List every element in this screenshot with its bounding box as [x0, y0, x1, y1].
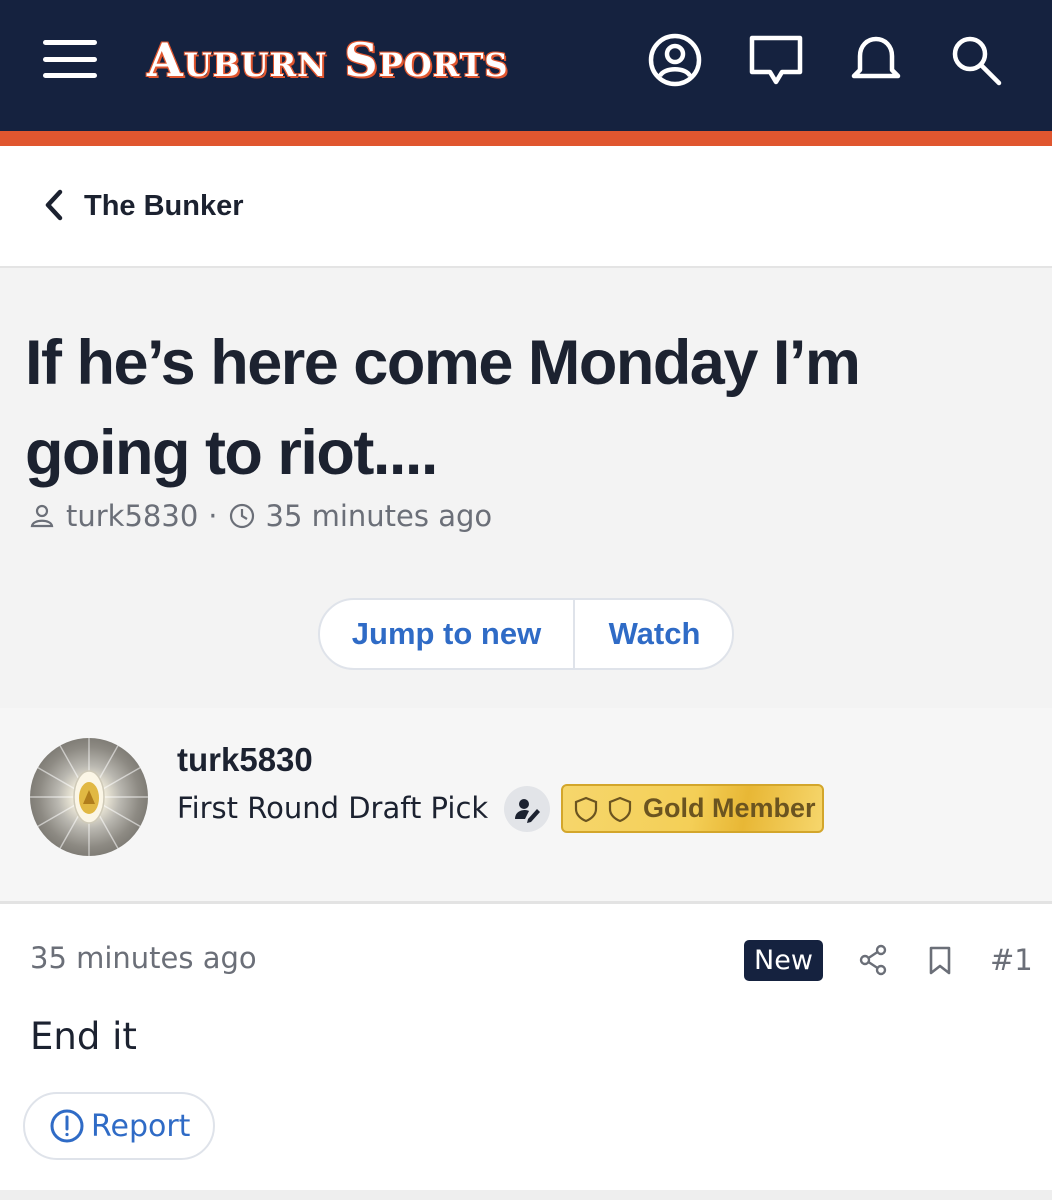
gold-member-badge: Gold Member [561, 784, 824, 833]
badge-label: Gold Member [643, 793, 816, 823]
author-name[interactable]: turk5830 [177, 740, 313, 780]
user-edit-icon [504, 786, 550, 832]
site-logo[interactable]: Auburn Sports [147, 32, 577, 88]
bookmark-icon[interactable] [922, 942, 958, 978]
shield-icon [607, 795, 633, 823]
menu-icon[interactable] [43, 40, 97, 78]
report-button[interactable]: Report [23, 1092, 215, 1160]
account-icon[interactable] [645, 30, 705, 90]
author-rank: First Round Draft Pick [177, 791, 489, 825]
page-footer-divider [0, 1190, 1052, 1200]
watch-button[interactable]: Watch [575, 600, 732, 668]
avatar[interactable] [30, 738, 148, 856]
share-icon[interactable] [855, 942, 891, 978]
breadcrumb-forum-link[interactable]: The Bunker [84, 186, 244, 226]
post-number[interactable]: #1 [990, 940, 1033, 980]
thread-time[interactable]: 35 minutes ago [266, 499, 493, 533]
alerts-icon[interactable] [846, 30, 906, 90]
accent-stripe [0, 131, 1052, 146]
jump-to-new-button[interactable]: Jump to new [320, 600, 575, 668]
chevron-left-icon[interactable] [40, 187, 68, 223]
post-body: End it [30, 1015, 137, 1058]
thread-author[interactable]: turk5830 [66, 499, 198, 533]
thread-title: If he’s here come Monday I’m going to ri… [25, 328, 861, 488]
shield-icon [573, 795, 599, 823]
report-label: Report [91, 1108, 191, 1144]
post-time[interactable]: 35 minutes ago [30, 938, 257, 978]
new-badge: New [744, 940, 823, 981]
thread-actions: Jump to new Watch [318, 598, 734, 670]
search-icon[interactable] [946, 30, 1006, 90]
clock-icon [228, 502, 256, 530]
thread-meta: turk5830 · 35 minutes ago [28, 496, 492, 536]
meta-separator: · [208, 499, 218, 533]
user-icon [28, 502, 56, 530]
messages-icon[interactable] [746, 30, 806, 90]
alert-circle-icon [49, 1108, 85, 1144]
